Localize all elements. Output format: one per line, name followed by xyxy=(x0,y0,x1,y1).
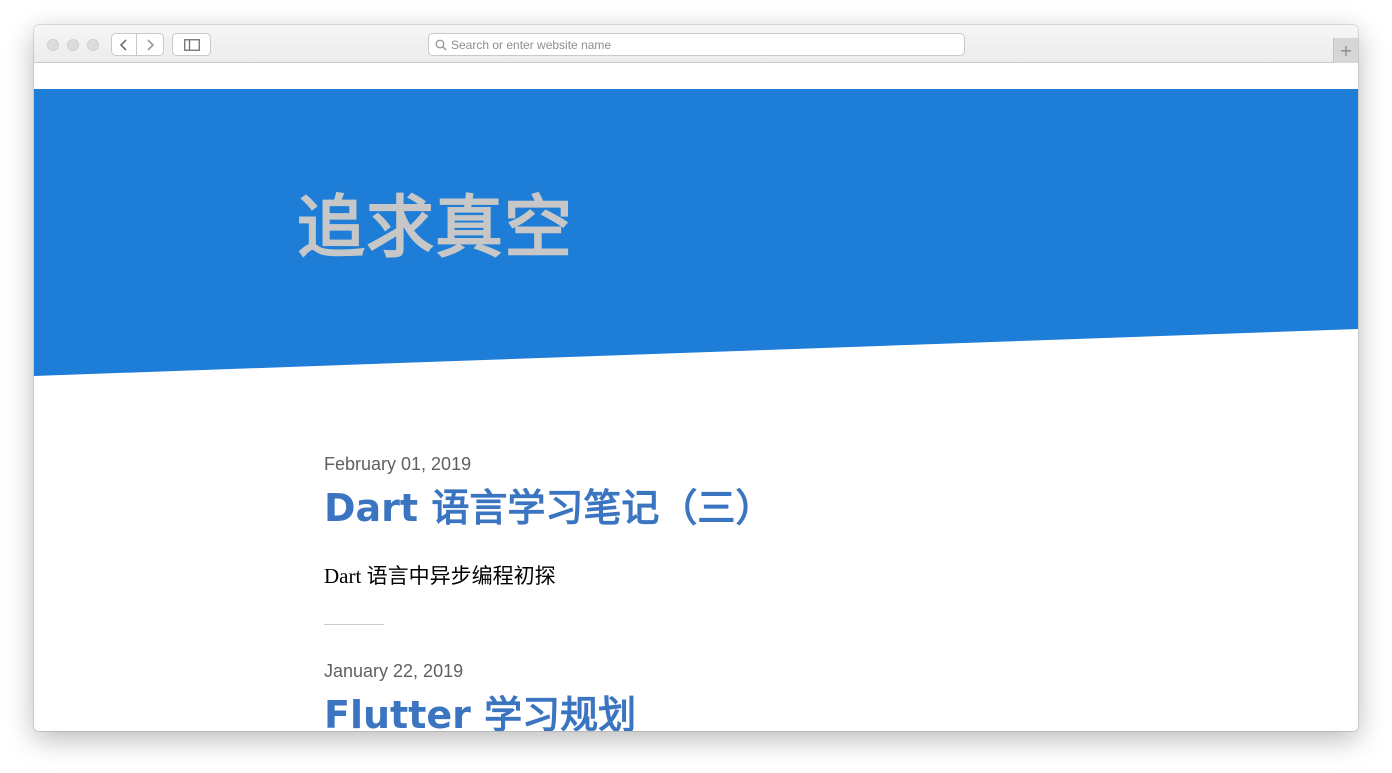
page-content: 追求真空 February 01, 2019 Dart 语言学习笔记（三） Da… xyxy=(34,63,1358,731)
address-input[interactable] xyxy=(451,37,951,52)
zoom-window-button[interactable] xyxy=(87,39,99,51)
close-window-button[interactable] xyxy=(47,39,59,51)
post-date: February 01, 2019 xyxy=(324,454,472,474)
post-date: January 22, 2019 xyxy=(324,661,464,681)
minimize-window-button[interactable] xyxy=(67,39,79,51)
post-title-link[interactable]: Flutter 学习规划 xyxy=(324,684,636,731)
post-title-link[interactable]: Dart 语言学习笔记（三） xyxy=(324,477,773,532)
plus-icon: + xyxy=(1339,41,1353,60)
chevron-right-icon xyxy=(147,38,155,51)
post-item: February 01, 2019 Dart 语言学习笔记（三） Dart 语言… xyxy=(324,454,773,625)
site-title[interactable]: 追求真空 xyxy=(297,195,573,263)
back-button[interactable] xyxy=(111,33,137,56)
search-icon xyxy=(435,39,447,50)
address-bar[interactable] xyxy=(428,33,965,56)
new-tab-button[interactable]: + xyxy=(1333,38,1358,63)
chevron-left-icon xyxy=(119,38,127,51)
sidebar-icon xyxy=(183,38,200,51)
post-item: January 22, 2019 Flutter 学习规划 xyxy=(324,661,636,731)
forward-button[interactable] xyxy=(137,33,164,56)
browser-window: + 追求真空 February 01, 2019 Dart 语言学习笔记（三） … xyxy=(34,25,1358,731)
browser-toolbar: + xyxy=(34,25,1358,63)
sidebar-toggle-button[interactable] xyxy=(172,33,211,56)
post-divider xyxy=(324,624,384,625)
hero-banner xyxy=(34,89,1358,376)
post-summary: Dart 语言中异步编程初探 xyxy=(324,564,556,588)
